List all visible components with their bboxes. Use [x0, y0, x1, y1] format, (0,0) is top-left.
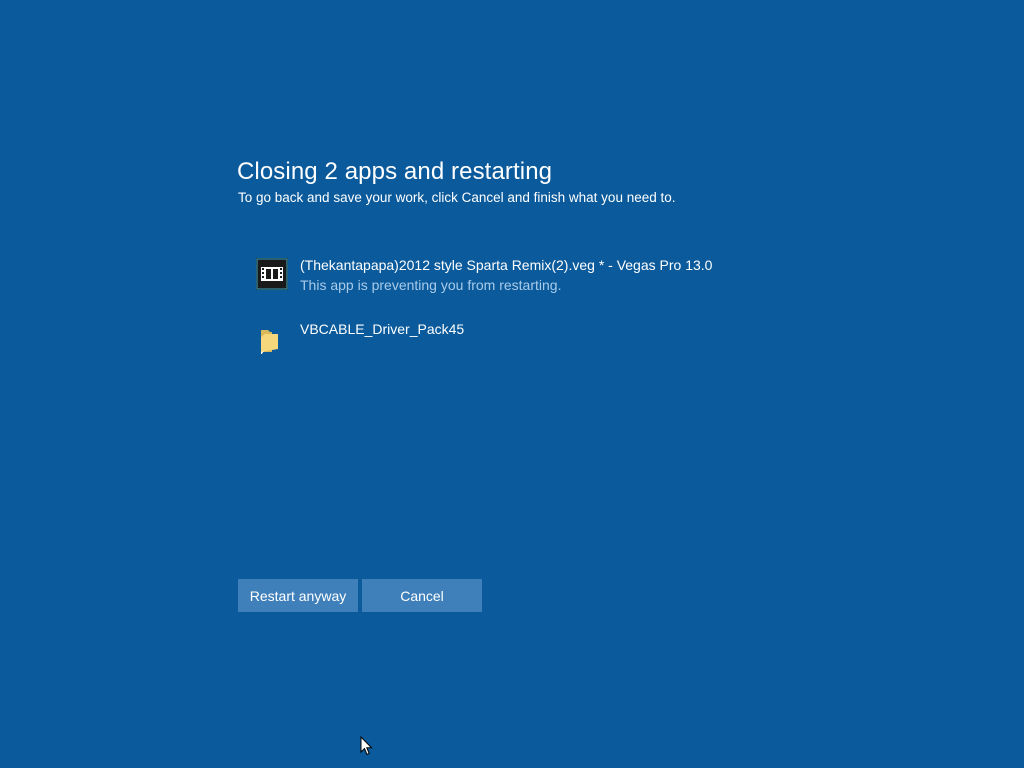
blocking-app-list: (Thekantapapa)2012 style Sparta Remix(2)…: [256, 256, 856, 384]
restart-anyway-button[interactable]: Restart anyway: [238, 579, 358, 612]
cancel-button[interactable]: Cancel: [362, 579, 482, 612]
list-item: (Thekantapapa)2012 style Sparta Remix(2)…: [256, 256, 856, 320]
restart-screen: Closing 2 apps and restarting To go back…: [0, 0, 1024, 768]
button-bar: Restart anyway Cancel: [238, 579, 482, 612]
app-name: (Thekantapapa)2012 style Sparta Remix(2)…: [300, 257, 713, 273]
vegas-pro-film-icon: [256, 258, 288, 290]
list-item: VBCABLE_Driver_Pack45: [256, 320, 856, 384]
mouse-pointer-icon: [360, 735, 374, 756]
folder-icon: [256, 322, 288, 355]
app-status: This app is preventing you from restarti…: [300, 277, 562, 293]
page-title: Closing 2 apps and restarting: [237, 158, 553, 185]
page-subtitle: To go back and save your work, click Can…: [238, 190, 676, 205]
app-name: VBCABLE_Driver_Pack45: [300, 321, 465, 337]
